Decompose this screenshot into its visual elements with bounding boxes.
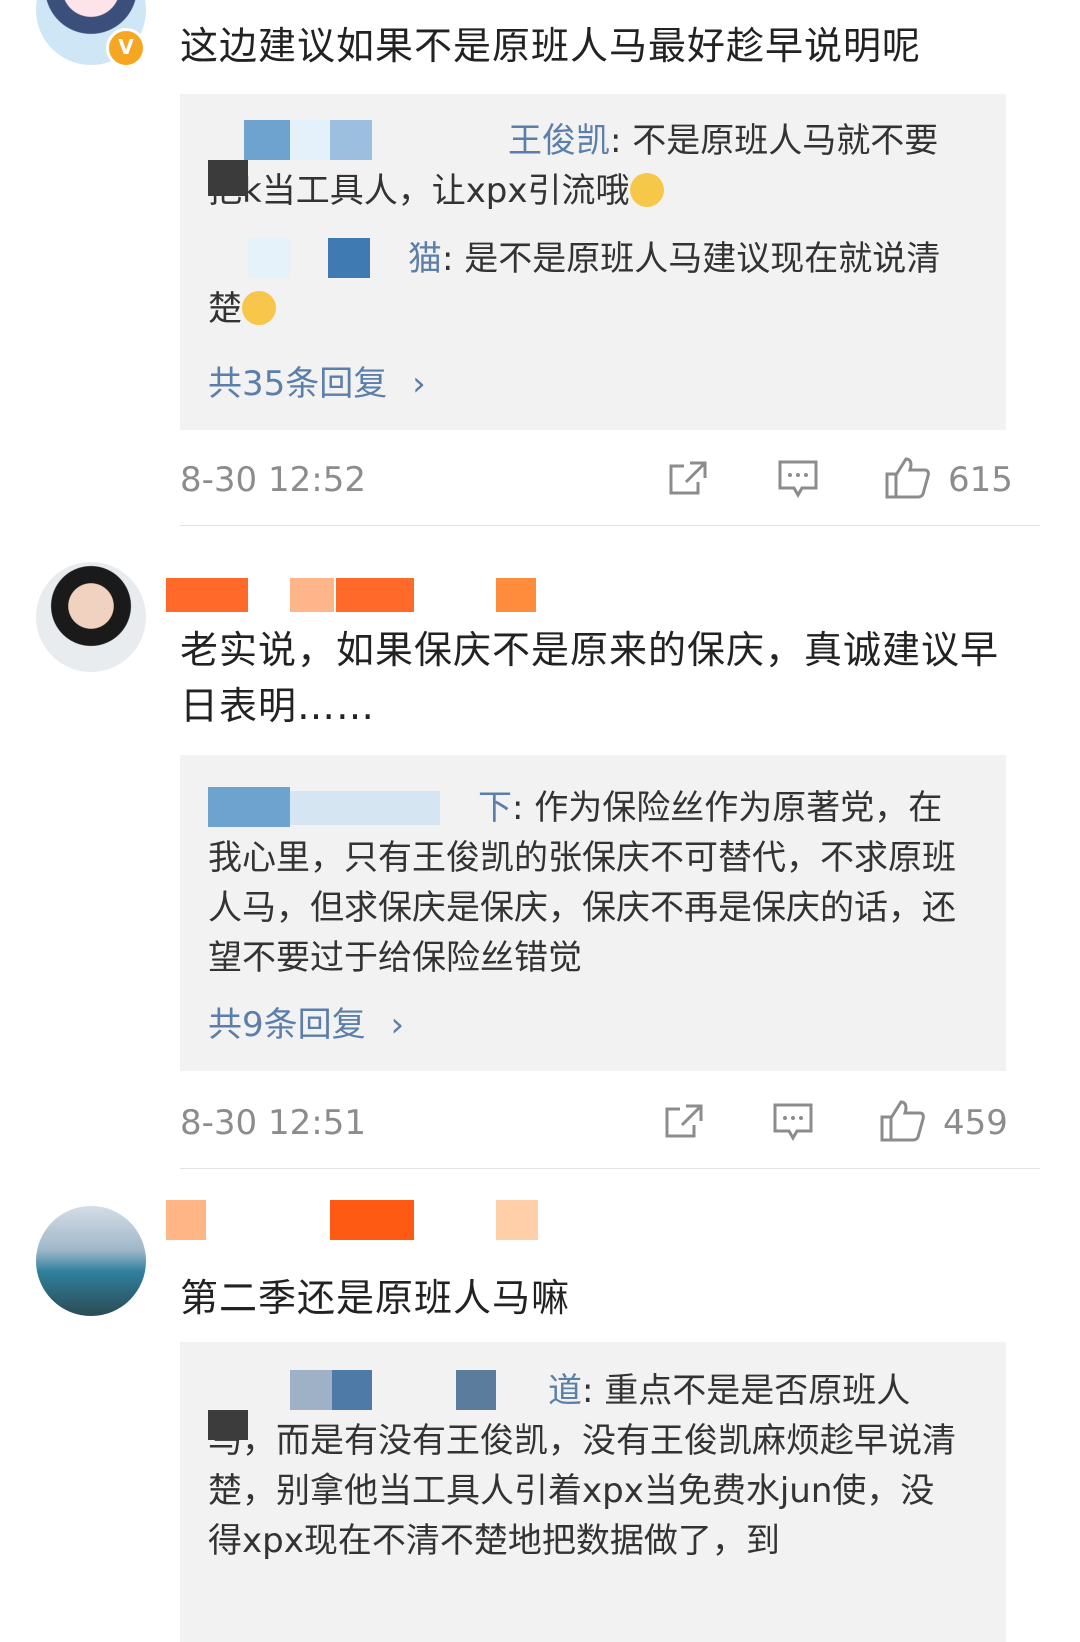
reply-author[interactable]: 道	[208, 1370, 582, 1440]
comment-text: 第二季还是原班人马嘛	[180, 1276, 571, 1320]
divider	[180, 525, 1040, 526]
emoji-icon	[242, 291, 276, 325]
avatar[interactable]	[36, 1206, 146, 1316]
comment-text: 这边建议如果不是原班人马最好趁早说明呢	[180, 24, 922, 68]
reply-author[interactable]: 王俊凯	[208, 120, 610, 196]
reply-item[interactable]: 王俊凯: 不是原班人马就不要把k当工具人，让xpx引流哦	[208, 116, 968, 216]
comment-timestamp: 8-30 12:51	[180, 1103, 366, 1143]
reply-author[interactable]: 下	[208, 787, 512, 828]
comment-timestamp: 8-30 12:52	[180, 460, 366, 500]
comment-text: 老实说，如果保庆不是原来的保庆，真诚建议早日表明……	[180, 628, 1000, 728]
comment-item: 第二季还是原班人马嘛 道: 重点不是是否原班人马，而是有没有王俊凯，没有王俊凯麻…	[0, 1170, 1080, 1642]
chevron-right-icon: ›	[390, 1005, 405, 1045]
pixelated-username[interactable]	[166, 1200, 546, 1240]
pixelated-username	[208, 787, 478, 827]
pixelated-username	[208, 238, 408, 278]
pixelated-username[interactable]	[166, 578, 546, 612]
thumbs-up-icon[interactable]	[884, 456, 930, 500]
reply-item[interactable]: 下: 作为保险丝作为原著党，在我心里，只有王俊凯的张保庆不可替代，不求原班人马，…	[208, 783, 968, 983]
share-icon[interactable]	[668, 460, 708, 496]
comment-item: V 这边建议如果不是原班人马最好趁早说明呢 王俊凯: 不是原班人马就不要把k当工…	[0, 0, 1080, 530]
reply-box[interactable]: 下: 作为保险丝作为原著党，在我心里，只有王俊凯的张保庆不可替代，不求原班人马，…	[180, 755, 1006, 1071]
like-count: 615	[948, 460, 1013, 500]
emoji-icon	[629, 173, 664, 207]
divider	[180, 1168, 1040, 1169]
pixelated-username	[208, 1370, 548, 1440]
avatar[interactable]	[36, 562, 146, 672]
pixelated-username	[208, 120, 508, 196]
reply-box[interactable]: 王俊凯: 不是原班人马就不要把k当工具人，让xpx引流哦 猫: 是不是原班人马建…	[180, 94, 1006, 430]
reply-item[interactable]: 猫: 是不是原班人马建议现在就说清楚	[208, 234, 968, 334]
comment-icon[interactable]	[778, 460, 818, 498]
share-icon[interactable]	[664, 1103, 704, 1139]
comment-icon[interactable]	[773, 1103, 813, 1141]
chevron-right-icon: ›	[412, 364, 426, 404]
reply-box[interactable]: 道: 重点不是是否原班人马，而是有没有王俊凯，没有王俊凯麻烦趁早说清楚，别拿他当…	[180, 1342, 1006, 1642]
view-replies-link[interactable]: 共35条回复 ›	[208, 356, 426, 405]
view-replies-link[interactable]: 共9条回复 ›	[208, 997, 404, 1046]
reply-author[interactable]: 猫	[208, 238, 442, 279]
like-count: 459	[943, 1103, 1008, 1143]
comment-item: 老实说，如果保庆不是原来的保庆，真诚建议早日表明…… 下: 作为保险丝作为原著党…	[0, 530, 1080, 1170]
verified-badge-icon: V	[106, 28, 146, 68]
reply-item[interactable]: 道: 重点不是是否原班人马，而是有没有王俊凯，没有王俊凯麻烦趁早说清楚，别拿他当…	[208, 1366, 968, 1566]
thumbs-up-icon[interactable]	[879, 1099, 925, 1143]
